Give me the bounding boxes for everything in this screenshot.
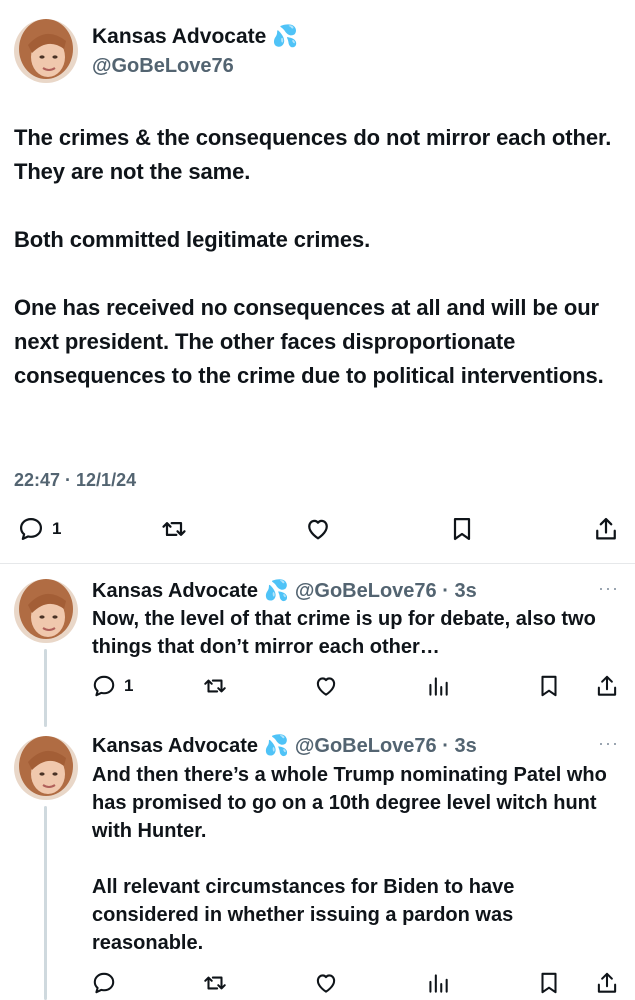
divider	[0, 563, 635, 564]
sweat-droplets-emoji: 💦	[264, 580, 289, 602]
bookmark-button[interactable]	[535, 968, 563, 998]
reply-paragraph: All relevant circumstances for Biden to …	[92, 876, 515, 954]
retweet-button[interactable]	[201, 671, 229, 701]
sweat-droplets-emoji: 💦	[272, 25, 299, 48]
reply-header: Kansas Advocate 💦 @GoBeLove76 · 3s	[92, 578, 477, 604]
share-icon	[596, 517, 616, 540]
share-button[interactable]	[593, 968, 621, 998]
heart-icon	[308, 519, 328, 540]
reply-icon	[93, 675, 115, 697]
retweet-button[interactable]	[159, 514, 189, 544]
like-button[interactable]	[303, 514, 333, 544]
heart-icon	[316, 974, 336, 993]
bookmark-button[interactable]	[535, 671, 563, 701]
reply-button[interactable]: 1	[16, 514, 61, 544]
display-name[interactable]: Kansas Advocate	[92, 24, 266, 50]
share-icon	[597, 675, 617, 696]
bookmark-icon	[453, 517, 471, 541]
views-button[interactable]	[424, 968, 452, 998]
more-options-button[interactable]: ···	[598, 578, 619, 599]
display-name[interactable]: Kansas Advocate	[92, 733, 258, 759]
avatar[interactable]	[14, 736, 78, 800]
analytics-icon	[429, 677, 448, 696]
share-icon	[597, 972, 617, 993]
bookmark-icon	[541, 972, 557, 994]
reply-count: 1	[124, 676, 134, 695]
sweat-droplets-emoji: 💦	[264, 735, 289, 757]
author-name-row: Kansas Advocate 💦	[92, 24, 298, 50]
analytics-icon	[429, 974, 448, 993]
share-button[interactable]	[593, 671, 621, 701]
reply-icon	[93, 972, 115, 994]
reply-text: And then there’s a whole Trump nominatin…	[92, 761, 622, 957]
bookmark-icon	[541, 675, 557, 697]
retweet-icon	[162, 522, 186, 536]
tweet-timestamp[interactable]: 22:47 · 12/1/24	[14, 467, 136, 493]
tweet-action-bar: 1	[0, 514, 635, 544]
display-name[interactable]: Kansas Advocate	[92, 578, 258, 604]
reply-button[interactable]	[90, 968, 124, 998]
tweet-paragraph: Both committed legitimate crimes.	[14, 227, 371, 252]
reply-action-bar	[0, 968, 635, 998]
tweet-paragraph: One has received no consequences at all …	[14, 295, 604, 388]
retweet-icon	[204, 976, 226, 990]
retweet-button[interactable]	[201, 968, 229, 998]
reply-action-bar: 1	[0, 671, 635, 701]
share-button[interactable]	[591, 514, 621, 544]
reply-count: 1	[52, 519, 62, 538]
more-options-button[interactable]: ···	[598, 733, 619, 754]
reply-paragraph: Now, the level of that crime is up for d…	[92, 608, 596, 658]
handle-and-time[interactable]: @GoBeLove76 · 3s	[295, 733, 477, 759]
reply-paragraph: And then there’s a whole Trump nominatin…	[92, 764, 607, 842]
like-button[interactable]	[312, 671, 340, 701]
handle-and-time[interactable]: @GoBeLove76 · 3s	[295, 578, 477, 604]
like-button[interactable]	[312, 968, 340, 998]
retweet-icon	[204, 679, 226, 693]
bookmark-button[interactable]	[447, 514, 477, 544]
author-handle[interactable]: @GoBeLove76	[92, 53, 234, 79]
heart-icon	[316, 677, 336, 696]
avatar[interactable]	[14, 19, 78, 83]
avatar[interactable]	[14, 579, 78, 643]
reply-icon	[19, 517, 43, 541]
reply-button[interactable]: 1	[90, 671, 133, 701]
tweet-paragraph: The crimes & the consequences do not mir…	[14, 125, 612, 184]
views-button[interactable]	[424, 671, 452, 701]
tweet-text: The crimes & the consequences do not mir…	[14, 121, 614, 393]
reply-text: Now, the level of that crime is up for d…	[92, 605, 622, 661]
reply-header: Kansas Advocate 💦 @GoBeLove76 · 3s	[92, 733, 477, 759]
